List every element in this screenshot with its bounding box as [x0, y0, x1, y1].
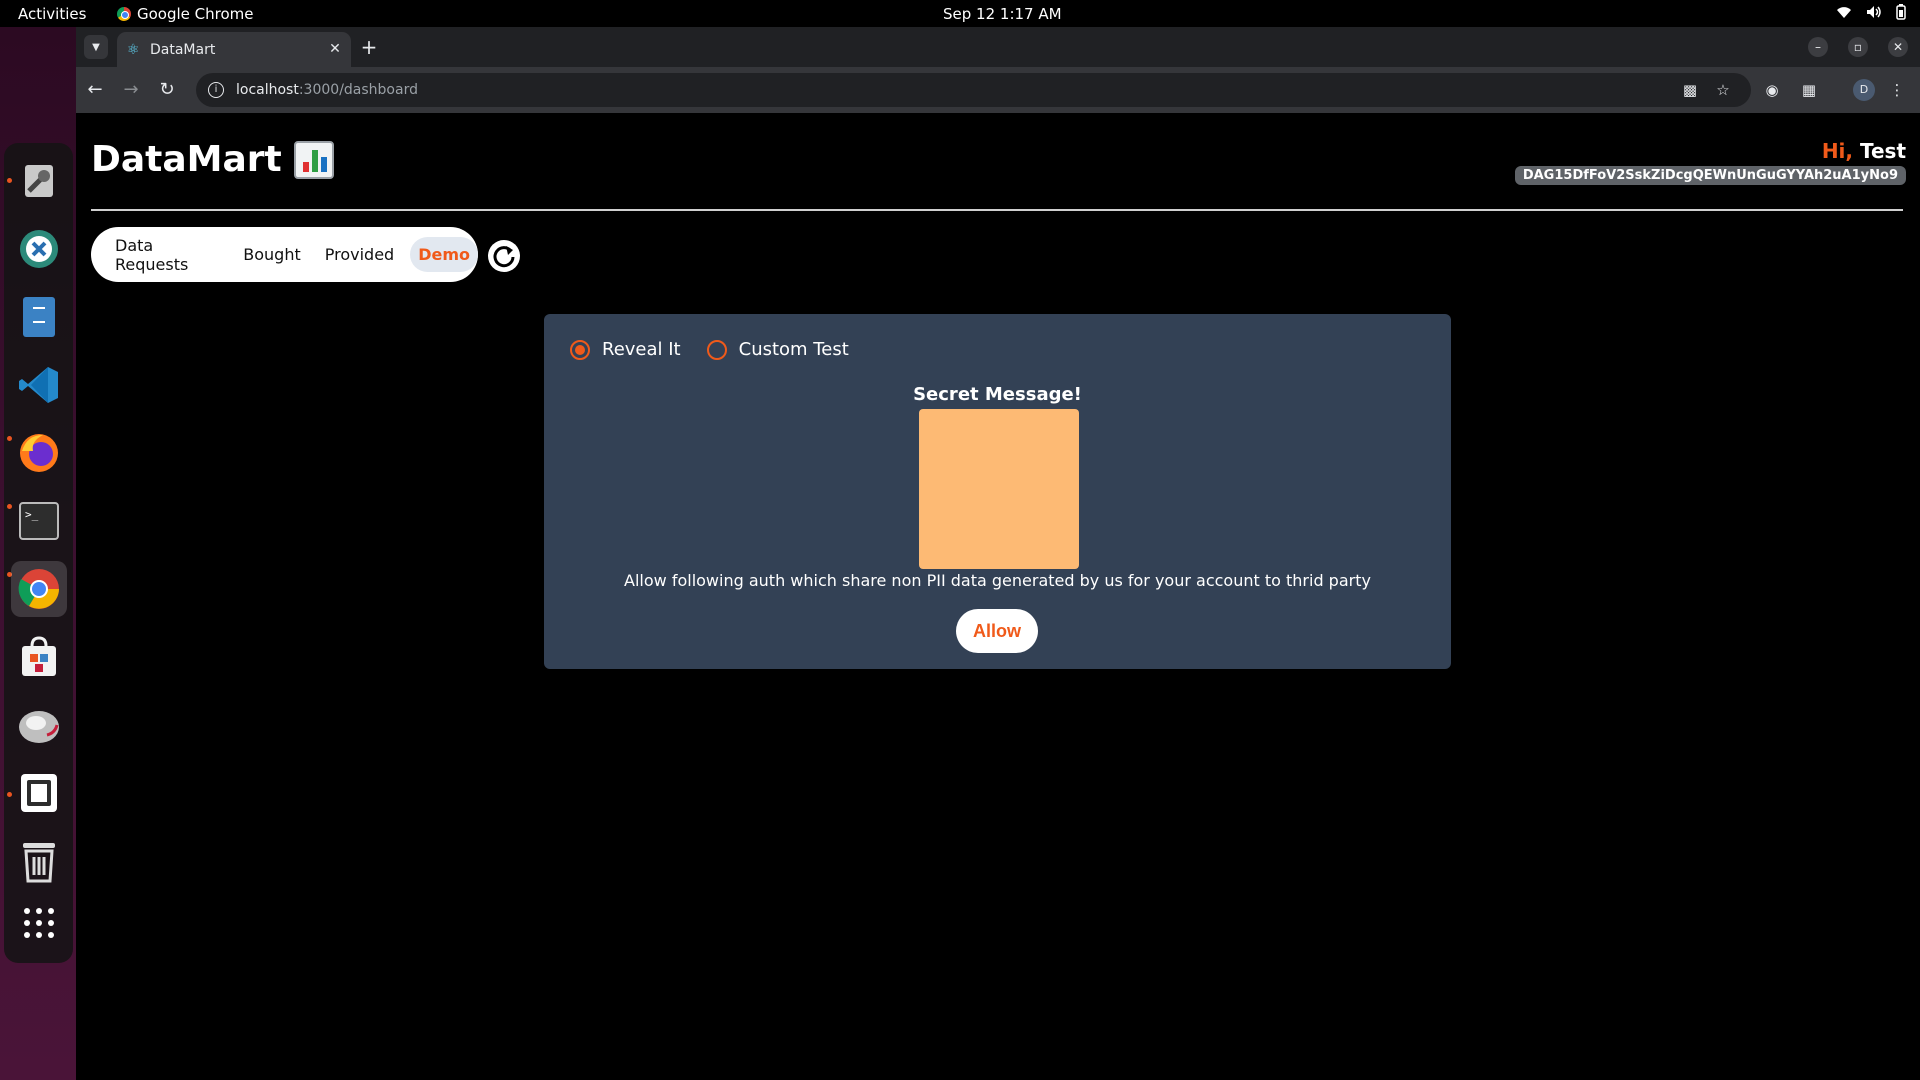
radio-reveal-it[interactable] [570, 339, 590, 360]
clock[interactable]: Sep 12 1:17 AM [943, 5, 1062, 23]
maximize-icon[interactable]: ▫ [1848, 37, 1868, 57]
bar-chart-icon [293, 140, 334, 179]
dock-terminal-icon[interactable]: >_ [11, 493, 67, 549]
tab-datamart[interactable]: ⚛ DataMart ✕ [117, 32, 351, 67]
wifi-icon [1837, 7, 1851, 18]
site-info-icon[interactable]: i [208, 82, 224, 98]
install-app-icon[interactable]: ▩ [1679, 79, 1701, 101]
tab-demo[interactable]: Demo [410, 237, 478, 272]
menu-kebab-icon[interactable]: ⋮ [1886, 79, 1908, 101]
dock-remote-desktop-icon[interactable] [11, 221, 67, 277]
header-divider [91, 209, 1903, 211]
brand-title: DataMart [91, 139, 282, 180]
volume-icon [1867, 6, 1881, 18]
close-window-icon[interactable]: ✕ [1888, 37, 1908, 57]
demo-card: Reveal It Custom Test Secret Message! Al… [544, 314, 1451, 669]
address-bar[interactable]: i localhost:3000/dashboard [196, 73, 1751, 107]
profile-avatar[interactable]: D [1853, 79, 1875, 101]
refresh-button[interactable] [488, 240, 520, 272]
url-path: :3000/dashboard [298, 82, 418, 98]
section-tabs: Data Requests Bought Provided Demo [91, 227, 478, 282]
forward-icon[interactable]: → [118, 77, 144, 103]
tab-search-button[interactable]: ▼ [84, 35, 108, 59]
battery-icon [1896, 4, 1906, 20]
chevron-down-icon: ▼ [92, 41, 100, 53]
minimize-icon[interactable]: – [1808, 37, 1828, 57]
greeting-name: Test [1859, 139, 1906, 163]
dock-vscode-icon[interactable] [11, 357, 67, 413]
url-host: localhost [236, 82, 299, 98]
dock-firefox-icon[interactable] [11, 425, 67, 481]
radio-reveal-it-label[interactable]: Reveal It [602, 339, 681, 360]
refresh-icon [493, 246, 515, 268]
dock-disk-usage-icon[interactable] [11, 697, 67, 753]
page-content: DataMart Hi, Test DAG15DfFoV2SskZiDcgQEW… [76, 113, 1920, 1080]
reload-icon[interactable]: ↻ [154, 77, 180, 103]
dock-system-monitor-icon[interactable] [11, 765, 67, 821]
radio-custom-test-label[interactable]: Custom Test [739, 339, 849, 360]
extensions-puzzle-icon[interactable]: ▦ [1798, 79, 1820, 101]
extension-shield-icon[interactable]: ◉ [1761, 79, 1783, 101]
dock-trash-icon[interactable] [11, 833, 67, 889]
activities-button[interactable]: Activities [18, 5, 86, 23]
dock-settings-tool-icon[interactable] [11, 153, 67, 209]
allow-button[interactable]: Allow [956, 609, 1038, 653]
wallet-address-badge: DAG15DfFoV2SskZiDcgQEWnUnGuGYYAh2uA1yNo9 [1514, 166, 1906, 185]
secret-message-box [919, 409, 1079, 569]
system-tray[interactable] [1836, 4, 1906, 20]
react-favicon-icon: ⚛ [127, 41, 140, 58]
secret-message-title: Secret Message! [913, 384, 1082, 405]
bookmark-star-icon[interactable]: ☆ [1712, 79, 1734, 101]
mode-radio-group: Reveal It Custom Test [570, 339, 875, 360]
browser-toolbar: ← → ↻ i localhost:3000/dashboard ▩ ☆ ◉ ▦… [76, 67, 1920, 113]
chrome-icon [117, 7, 131, 21]
dock-chrome-icon[interactable] [11, 561, 67, 617]
close-tab-icon[interactable]: ✕ [327, 41, 343, 57]
app-menu[interactable]: Google Chrome [117, 5, 254, 23]
dock-app-grid-icon[interactable] [11, 895, 67, 951]
greeting-hi: Hi, [1821, 139, 1854, 163]
tab-provided[interactable]: Provided [317, 237, 402, 272]
svg-text:>_: >_ [25, 508, 39, 521]
user-greeting: Hi, Test [1822, 139, 1906, 163]
new-tab-button[interactable]: + [358, 36, 380, 58]
chrome-window: ▼ ⚛ DataMart ✕ + – ▫ ✕ ← → ↻ i localhost… [76, 27, 1920, 1080]
app-name-label: Google Chrome [137, 5, 254, 23]
auth-description: Allow following auth which share non PII… [624, 571, 1371, 590]
system-top-bar: Activities Google Chrome Sep 12 1:17 AM [0, 0, 1920, 27]
tab-data-requests[interactable]: Data Requests [107, 228, 227, 282]
tab-title: DataMart [150, 41, 216, 58]
dock-files-icon[interactable] [11, 289, 67, 345]
tab-bought[interactable]: Bought [235, 237, 308, 272]
dock-software-store-icon[interactable] [11, 629, 67, 685]
tab-strip: ▼ ⚛ DataMart ✕ + – ▫ ✕ [76, 27, 1920, 67]
brand: DataMart [91, 139, 334, 180]
dock: >_ [4, 143, 73, 963]
back-icon[interactable]: ← [82, 77, 108, 103]
radio-custom-test[interactable] [706, 339, 727, 360]
